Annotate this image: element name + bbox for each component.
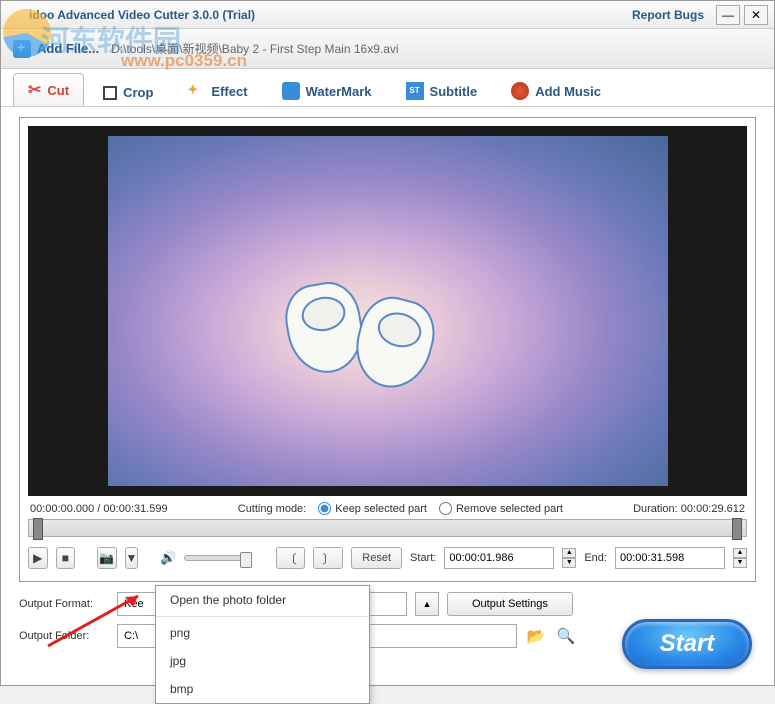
volume-icon[interactable]: 🔊 — [160, 550, 176, 566]
end-time-spinner[interactable]: ▲▼ — [733, 548, 747, 568]
crop-icon — [103, 86, 117, 100]
browse-folder-button[interactable]: 📂 — [525, 625, 547, 647]
tab-watermark-label: WaterMark — [306, 84, 372, 99]
snapshot-bmp[interactable]: bmp — [156, 675, 369, 703]
video-info-row: 00:00:00.000 / 00:00:31.599 Cutting mode… — [28, 496, 747, 517]
tab-crop[interactable]: Crop — [88, 78, 168, 106]
reset-button[interactable]: Reset — [351, 547, 402, 569]
start-button[interactable]: Start — [622, 619, 752, 669]
window-title: idoo Advanced Video Cutter 3.0.0 (Trial) — [29, 8, 255, 22]
watermark-icon — [282, 82, 300, 100]
stop-button[interactable]: ■ — [56, 547, 76, 569]
tab-subtitle[interactable]: ST Subtitle — [391, 75, 493, 106]
subtitle-icon: ST — [406, 82, 424, 100]
main-window: 河东软件园 www.pc0359.cn idoo Advanced Video … — [0, 0, 775, 686]
output-format-dropdown[interactable]: ▲ — [415, 592, 439, 616]
cutting-mode-label: Cutting mode: — [238, 503, 306, 515]
timeline-start-handle[interactable] — [33, 518, 43, 540]
music-icon — [511, 82, 529, 100]
start-time-spinner[interactable]: ▲▼ — [562, 548, 576, 568]
logo-watermark — [3, 9, 51, 57]
snapshot-png[interactable]: png — [156, 619, 369, 647]
remove-selected-radio[interactable]: Remove selected part — [439, 502, 563, 515]
snapshot-menu: Open the photo folder png jpg bmp — [155, 585, 370, 704]
timeline-slider[interactable] — [28, 519, 747, 537]
output-folder-label: Output Folder: — [19, 630, 109, 642]
bracket-start-button[interactable]: 〔 — [276, 547, 306, 569]
open-folder-button[interactable]: 🔍 — [555, 625, 577, 647]
minimize-button[interactable]: — — [716, 5, 740, 25]
tab-effect-label: Effect — [211, 84, 247, 99]
titlebar: idoo Advanced Video Cutter 3.0.0 (Trial)… — [1, 1, 774, 29]
position-time: 00:00:00.000 / 00:00:31.599 — [30, 503, 168, 515]
preview-content — [279, 277, 368, 379]
tab-add-music[interactable]: Add Music — [496, 75, 616, 106]
snapshot-button[interactable]: 📷 — [97, 547, 117, 569]
output-format-label: Output Format: — [19, 598, 109, 610]
video-panel: 00:00:00.000 / 00:00:31.599 Cutting mode… — [19, 117, 756, 582]
tab-subtitle-label: Subtitle — [430, 84, 478, 99]
snapshot-jpg[interactable]: jpg — [156, 647, 369, 675]
output-settings-button[interactable]: Output Settings — [447, 592, 573, 616]
volume-slider[interactable] — [184, 555, 250, 561]
tab-add-music-label: Add Music — [535, 84, 601, 99]
end-label: End: — [584, 552, 607, 564]
tab-effect[interactable]: ✦ Effect — [172, 75, 262, 106]
file-toolbar: Add File... D:\tools\桌面\新视频\Baby 2 - Fir… — [1, 29, 774, 69]
playback-controls: ▶ ■ 📷 ▼ 🔊 〔 〕 Reset Start: ▲▼ End: ▲▼ — [28, 543, 747, 573]
start-label: Start: — [410, 552, 436, 564]
end-time-input[interactable] — [615, 547, 725, 569]
tab-cut-label: Cut — [47, 83, 69, 98]
snapshot-dropdown-button[interactable]: ▼ — [125, 547, 139, 569]
timeline-end-handle[interactable] — [732, 518, 742, 540]
report-bugs-link[interactable]: Report Bugs — [632, 8, 704, 22]
tab-watermark[interactable]: WaterMark — [267, 75, 387, 106]
close-button[interactable]: ✕ — [744, 5, 768, 25]
play-button[interactable]: ▶ — [28, 547, 48, 569]
duration-display: Duration: 00:00:29.612 — [633, 503, 745, 515]
video-preview[interactable] — [28, 126, 747, 496]
preview-frame — [108, 136, 668, 486]
preview-content — [346, 290, 442, 396]
effect-icon: ✦ — [187, 82, 205, 100]
bracket-end-button[interactable]: 〕 — [313, 547, 343, 569]
tab-crop-label: Crop — [123, 85, 153, 100]
start-time-input[interactable] — [444, 547, 554, 569]
scissors-icon: ✂ — [28, 80, 41, 100]
tabs-bar: ✂ Cut Crop ✦ Effect WaterMark ST Subtitl… — [1, 69, 774, 107]
keep-selected-radio[interactable]: Keep selected part — [318, 502, 427, 515]
snapshot-open-folder[interactable]: Open the photo folder — [156, 586, 369, 614]
file-path: D:\tools\桌面\新视频\Baby 2 - First Step Main… — [111, 40, 398, 57]
tab-cut[interactable]: ✂ Cut — [13, 73, 84, 106]
